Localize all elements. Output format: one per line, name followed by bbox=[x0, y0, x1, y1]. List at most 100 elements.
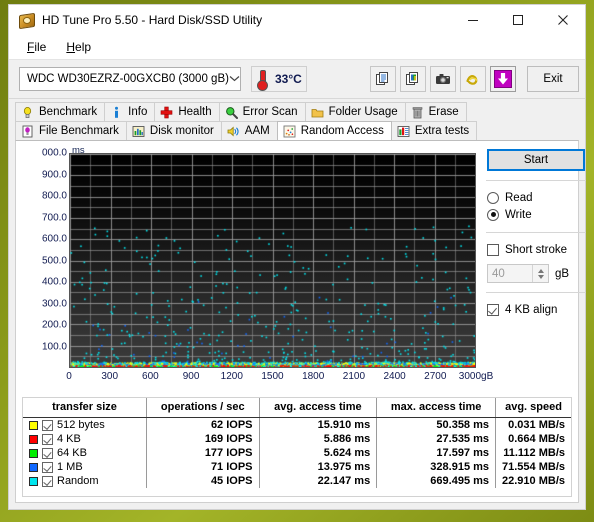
title-bar: HD Tune Pro 5.50 - Hard Disk/SSD Utility bbox=[9, 5, 585, 35]
tab-aam[interactable]: AAM bbox=[220, 121, 278, 140]
y-axis-tick-label: 500.0 bbox=[41, 255, 67, 266]
chart-grid-icon bbox=[397, 125, 410, 138]
start-button[interactable]: Start bbox=[487, 149, 585, 171]
series-visibility-checkbox[interactable] bbox=[42, 475, 53, 487]
cell-operations: 62 IOPS bbox=[146, 417, 260, 432]
tab-row-1: Benchmark Info Health Error Scan Folder … bbox=[15, 102, 579, 121]
series-visibility-checkbox[interactable] bbox=[42, 433, 53, 445]
table-row: 512 bytes 62 IOPS 15.910 ms 50.358 ms 0.031 … bbox=[23, 417, 571, 432]
series-label: Random bbox=[57, 475, 99, 487]
cell-avg-access: 5.624 ms bbox=[259, 446, 378, 460]
stepper-arrows[interactable] bbox=[532, 265, 548, 282]
cell-operations: 45 IOPS bbox=[146, 474, 260, 488]
thermometer-icon bbox=[256, 69, 268, 91]
short-stroke-unit: gB bbox=[555, 267, 570, 280]
tab-extra-tests-label: Extra tests bbox=[414, 125, 470, 137]
tab-extra-tests[interactable]: Extra tests bbox=[390, 121, 478, 140]
checkbox-4kb-align[interactable]: 4 KB align bbox=[484, 301, 588, 318]
red-cross-icon bbox=[160, 106, 173, 119]
minimize-button[interactable] bbox=[450, 6, 495, 35]
save-button[interactable] bbox=[490, 66, 516, 92]
checkbox-short-stroke-indicator bbox=[487, 243, 499, 256]
menu-help[interactable]: Help bbox=[56, 38, 101, 56]
column-header-avg-speed: avg. speed bbox=[495, 398, 571, 418]
stepper-up-icon[interactable] bbox=[537, 268, 544, 273]
results-table: transfer size operations / sec avg. acce… bbox=[23, 398, 571, 488]
tab-file-benchmark-label: File Benchmark bbox=[39, 125, 119, 137]
x-axis-tick-label: 3000gB bbox=[458, 371, 494, 382]
tab-benchmark[interactable]: Benchmark bbox=[15, 102, 106, 121]
radio-read[interactable]: Read bbox=[484, 189, 588, 206]
start-button-label: Start bbox=[523, 154, 549, 166]
radio-write[interactable]: Write bbox=[484, 206, 588, 223]
tab-folder-usage[interactable]: Folder Usage bbox=[304, 102, 406, 121]
cell-avg-access: 15.910 ms bbox=[259, 417, 378, 432]
scatter-icon bbox=[283, 125, 296, 138]
cell-avg-speed: 0.664 MB/s bbox=[508, 433, 565, 445]
divider-3 bbox=[486, 292, 586, 293]
series-color-swatch bbox=[29, 434, 38, 444]
checkbox-short-stroke-label: Short stroke bbox=[505, 243, 567, 256]
tab-random-access[interactable]: Random Access bbox=[276, 121, 392, 140]
exit-button[interactable]: Exit bbox=[527, 66, 579, 92]
cell-transfer-size: 64 KB bbox=[23, 446, 147, 460]
x-axis: 0 300 600 900 1200 1500 1800 2100 2400 2700 3000gB bbox=[22, 371, 493, 387]
cell-operations: 177 IOPS bbox=[146, 446, 260, 460]
trash-icon bbox=[411, 106, 424, 119]
speaker-icon bbox=[227, 125, 240, 138]
short-stroke-size-row: 40 gB bbox=[484, 264, 588, 283]
x-axis-tick-label: 0 bbox=[66, 371, 72, 382]
close-button[interactable] bbox=[540, 6, 585, 35]
series-visibility-checkbox[interactable] bbox=[42, 419, 53, 431]
series-color-swatch bbox=[29, 420, 38, 430]
checkbox-short-stroke[interactable]: Short stroke bbox=[484, 241, 588, 258]
drive-select[interactable]: WDC WD30EZRZ-00GXCB0 (3000 gB) bbox=[19, 67, 241, 91]
cell-avg-speed: 71.554 MB/s bbox=[502, 461, 565, 473]
info-icon bbox=[110, 106, 123, 119]
cell-max-access: 669.495 ms bbox=[376, 474, 497, 488]
series-visibility-checkbox[interactable] bbox=[42, 447, 53, 459]
radio-write-label: Write bbox=[505, 208, 532, 221]
y-axis-tick-label: 100.0 bbox=[41, 341, 67, 352]
column-header-operations: operations / sec bbox=[146, 398, 260, 418]
short-stroke-stepper[interactable]: 40 bbox=[487, 264, 549, 283]
table-row: 1 MB 71 IOPS 13.975 ms 328.915 ms 71.554 MB/… bbox=[23, 460, 571, 474]
tab-random-access-label: Random Access bbox=[300, 125, 384, 137]
table-row: Random 45 IOPS 22.147 ms 669.495 ms 22.910 M… bbox=[23, 474, 571, 488]
exit-button-label: Exit bbox=[543, 73, 563, 85]
sound-button[interactable] bbox=[460, 66, 486, 92]
chevron-down-icon bbox=[229, 73, 240, 85]
menu-file-label-rest: ile bbox=[34, 40, 47, 54]
stepper-down-icon[interactable] bbox=[537, 274, 544, 279]
cell-transfer-size: 512 bytes bbox=[23, 417, 147, 432]
menu-file[interactable]: File bbox=[17, 38, 56, 56]
tab-erase-label: Erase bbox=[428, 106, 459, 118]
cell-avg-access: 5.886 ms bbox=[259, 432, 378, 446]
copy-image-button[interactable] bbox=[400, 66, 426, 92]
tab-health[interactable]: Health bbox=[154, 102, 220, 121]
test-controls: Start Read Write Short stroke 40 gB 4 KB… bbox=[484, 147, 588, 318]
magnifier-icon bbox=[225, 106, 238, 119]
x-axis-tick-label: 2400 bbox=[383, 371, 406, 382]
cell-avg-speed: 11.112 MB/s bbox=[503, 447, 565, 459]
screenshot-button[interactable] bbox=[430, 66, 456, 92]
download-arrow-icon bbox=[494, 70, 512, 88]
tab-file-benchmark[interactable]: File Benchmark bbox=[15, 121, 127, 140]
tab-error-scan[interactable]: Error Scan bbox=[218, 102, 306, 121]
y-axis-tick-label: 300.0 bbox=[41, 298, 67, 309]
copy-text-button[interactable] bbox=[370, 66, 396, 92]
series-color-swatch bbox=[29, 448, 38, 458]
cell-max-access: 328.915 ms bbox=[376, 460, 497, 474]
hard-disk-icon bbox=[18, 12, 35, 30]
tab-disk-monitor[interactable]: Disk monitor bbox=[125, 121, 222, 140]
series-visibility-checkbox[interactable] bbox=[42, 461, 53, 473]
toolbar: WDC WD30EZRZ-00GXCB0 (3000 gB) 33°C Exit bbox=[9, 60, 585, 99]
radio-write-indicator bbox=[487, 208, 499, 221]
tab-erase[interactable]: Erase bbox=[404, 102, 467, 121]
y-axis: 000.0 900.0 800.0 700.0 600.0 500.0 400.0 300.0… bbox=[22, 145, 67, 393]
checkbox-4kb-align-label: 4 KB align bbox=[505, 303, 558, 316]
maximize-button[interactable] bbox=[495, 6, 540, 35]
tab-info[interactable]: Info bbox=[104, 102, 156, 121]
column-header-avg-access: avg. access time bbox=[259, 398, 378, 418]
toolbar-buttons: Exit bbox=[370, 66, 579, 92]
